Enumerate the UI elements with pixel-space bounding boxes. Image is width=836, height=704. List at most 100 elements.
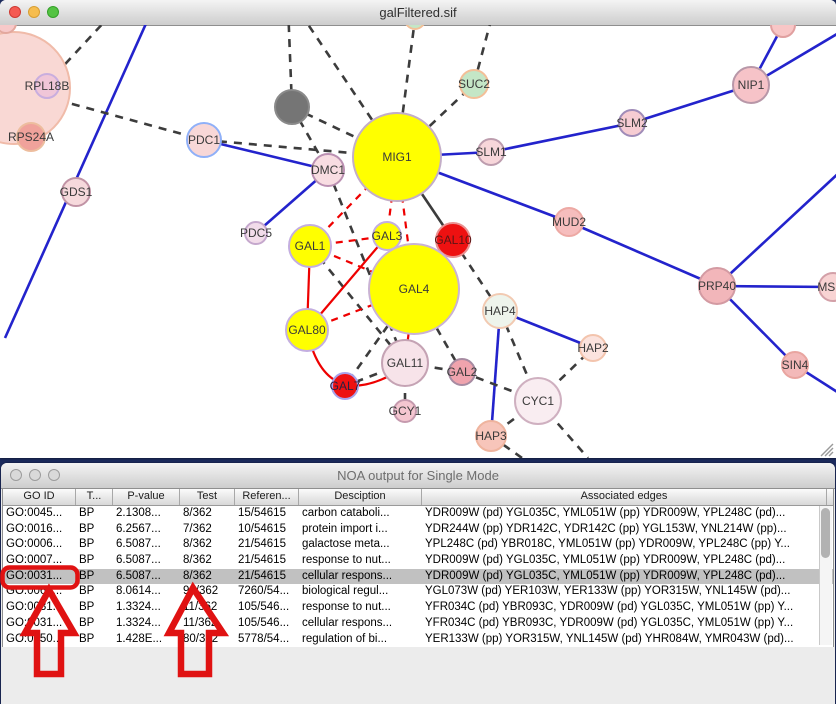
node-GAL4[interactable]: GAL4 (369, 244, 459, 334)
cell-test: 80/362 (180, 632, 235, 648)
node-label: SUC2 (458, 77, 490, 91)
cell-desc: carbon cataboli... (299, 506, 422, 522)
node-GAL80[interactable]: GAL80 (286, 309, 328, 351)
table-row[interactable]: GO:0050...BP1.428E...80/3625778/54...reg… (3, 632, 833, 648)
node-label: MIG1 (382, 150, 412, 164)
table-row[interactable]: GO:0016...BP6.2567...7/36210/54615protei… (3, 522, 833, 538)
cell-p: 1.3324... (113, 616, 180, 632)
network-edge[interactable] (569, 222, 717, 286)
cell-type: BP (76, 522, 113, 538)
column-header-go[interactable]: GO ID (3, 489, 76, 505)
node-label: RPL18B (25, 79, 70, 93)
table-header-row: GO IDT...P-valueTestReferen...Desciption… (3, 489, 833, 506)
node-HAP3[interactable]: HAP3 (475, 421, 507, 451)
column-header-edges[interactable]: Associated edges (422, 489, 827, 505)
node-label: MSL1 (817, 280, 836, 294)
node-CYC1[interactable]: CYC1 (515, 378, 561, 424)
network-window-title: galFiltered.sif (379, 5, 456, 20)
cell-type: BP (76, 553, 113, 569)
column-header-ref[interactable]: Referen... (235, 489, 299, 505)
network-edge[interactable] (491, 123, 632, 152)
node-greenTop[interactable] (405, 25, 425, 29)
node-label: HAP3 (475, 429, 507, 443)
node-label: GAL7 (330, 379, 361, 393)
node-label: GAL10 (434, 233, 472, 247)
cell-ref: 7260/54... (235, 584, 299, 600)
noa-titlebar[interactable]: NOA output for Single Mode (1, 463, 835, 489)
node-NIP1[interactable]: NIP1 (733, 67, 769, 103)
node-label: SLM2 (616, 116, 648, 130)
vertical-scrollbar[interactable] (819, 506, 832, 645)
node-GAL2[interactable]: GAL2 (447, 359, 478, 385)
cell-type: BP (76, 616, 113, 632)
node-PRP40[interactable]: PRP40 (698, 268, 736, 304)
cell-desc: cellular respons... (299, 569, 422, 585)
table-row[interactable]: GO:0045...BP2.1308...8/36215/54615carbon… (3, 506, 833, 522)
node-MUD2[interactable]: MUD2 (552, 208, 586, 236)
node-PDC1[interactable]: PDC1 (187, 123, 221, 157)
cell-edges: YDR009W (pd) YGL035C, YML051W (pp) YDR00… (422, 506, 827, 522)
node-SIN4[interactable]: SIN4 (782, 352, 809, 378)
cell-test: 8/362 (180, 506, 235, 522)
cell-type: BP (76, 537, 113, 553)
network-titlebar[interactable]: galFiltered.sif (0, 0, 836, 26)
cell-type: BP (76, 584, 113, 600)
network-edge[interactable] (491, 311, 500, 436)
column-header-p[interactable]: P-value (113, 489, 180, 505)
node-label: GDS1 (60, 185, 93, 199)
node-pinkTR[interactable] (771, 25, 795, 37)
node-GCY1[interactable]: GCY1 (389, 400, 422, 422)
node-DMC1[interactable]: DMC1 (311, 154, 345, 186)
node-SLM1[interactable]: SLM1 (475, 139, 507, 165)
node-HAP4[interactable]: HAP4 (483, 294, 517, 328)
node-PDC5[interactable]: PDC5 (240, 222, 272, 244)
node-GAL11[interactable]: GAL11 (382, 340, 428, 386)
zoom-button[interactable] (48, 469, 60, 481)
cell-desc: biological regul... (299, 584, 422, 600)
table-row[interactable]: GO:0031...BP6.5087...8/36221/54615cellul… (3, 569, 833, 585)
node-GAL7[interactable]: GAL7 (330, 373, 361, 399)
node-GAL1[interactable]: GAL1 (289, 225, 331, 267)
zoom-button[interactable] (47, 6, 59, 18)
resize-grip-icon[interactable] (815, 441, 835, 457)
minimize-button[interactable] (29, 469, 41, 481)
node-label: MUD2 (552, 215, 586, 229)
table-row[interactable]: GO:0031...BP1.3324...11/362105/546...res… (3, 600, 833, 616)
table-row[interactable]: GO:0006...BP6.5087...8/36221/54615galact… (3, 537, 833, 553)
cell-go: GO:0045... (3, 506, 76, 522)
cell-type: BP (76, 569, 113, 585)
table-row[interactable]: GO:0065...BP8.0614...94/3627260/54...bio… (3, 584, 833, 600)
node-label: SIN4 (782, 358, 809, 372)
node-GDS1[interactable]: GDS1 (60, 178, 93, 206)
close-button[interactable] (10, 469, 22, 481)
node-SUC2[interactable]: SUC2 (458, 70, 490, 98)
node-label: GAL1 (295, 239, 326, 253)
node-SLM2[interactable]: SLM2 (616, 110, 648, 136)
node-label: HAP4 (484, 304, 516, 318)
cell-desc: response to nut... (299, 600, 422, 616)
window-controls (9, 6, 59, 18)
cell-ref: 105/546... (235, 600, 299, 616)
node-label: GAL4 (399, 282, 430, 296)
noa-output-window: NOA output for Single Mode GO IDT...P-va… (1, 463, 835, 704)
node-MIG1[interactable]: MIG1 (353, 113, 441, 201)
column-header-test[interactable]: Test (180, 489, 235, 505)
cell-desc: response to nut... (299, 553, 422, 569)
close-button[interactable] (9, 6, 21, 18)
node-GAL3[interactable]: GAL3 (372, 222, 403, 250)
column-header-type[interactable]: T... (76, 489, 113, 505)
network-edge[interactable] (717, 170, 836, 286)
table-row[interactable]: GO:0007...BP6.5087...8/36221/54615respon… (3, 553, 833, 569)
scrollbar-thumb[interactable] (821, 508, 830, 558)
cell-ref: 5778/54... (235, 632, 299, 648)
cell-p: 6.5087... (113, 553, 180, 569)
cell-ref: 15/54615 (235, 506, 299, 522)
minimize-button[interactable] (28, 6, 40, 18)
cell-edges: YFR034C (pd) YBR093C, YDR009W (pd) YGL03… (422, 616, 827, 632)
node-MSL1[interactable]: MSL1 (817, 273, 836, 301)
network-canvas[interactable]: RPL18BRPS24AGDS1PDC1DMC1MIG1SUC2SLM1SLM2… (0, 25, 836, 458)
column-header-desc[interactable]: Desciption (299, 489, 422, 505)
node-grayNode[interactable] (275, 90, 309, 124)
table-row[interactable]: GO:0031...BP1.3324...11/362105/546...cel… (3, 616, 833, 632)
noa-results-table: GO IDT...P-valueTestReferen...Desciption… (2, 488, 834, 647)
